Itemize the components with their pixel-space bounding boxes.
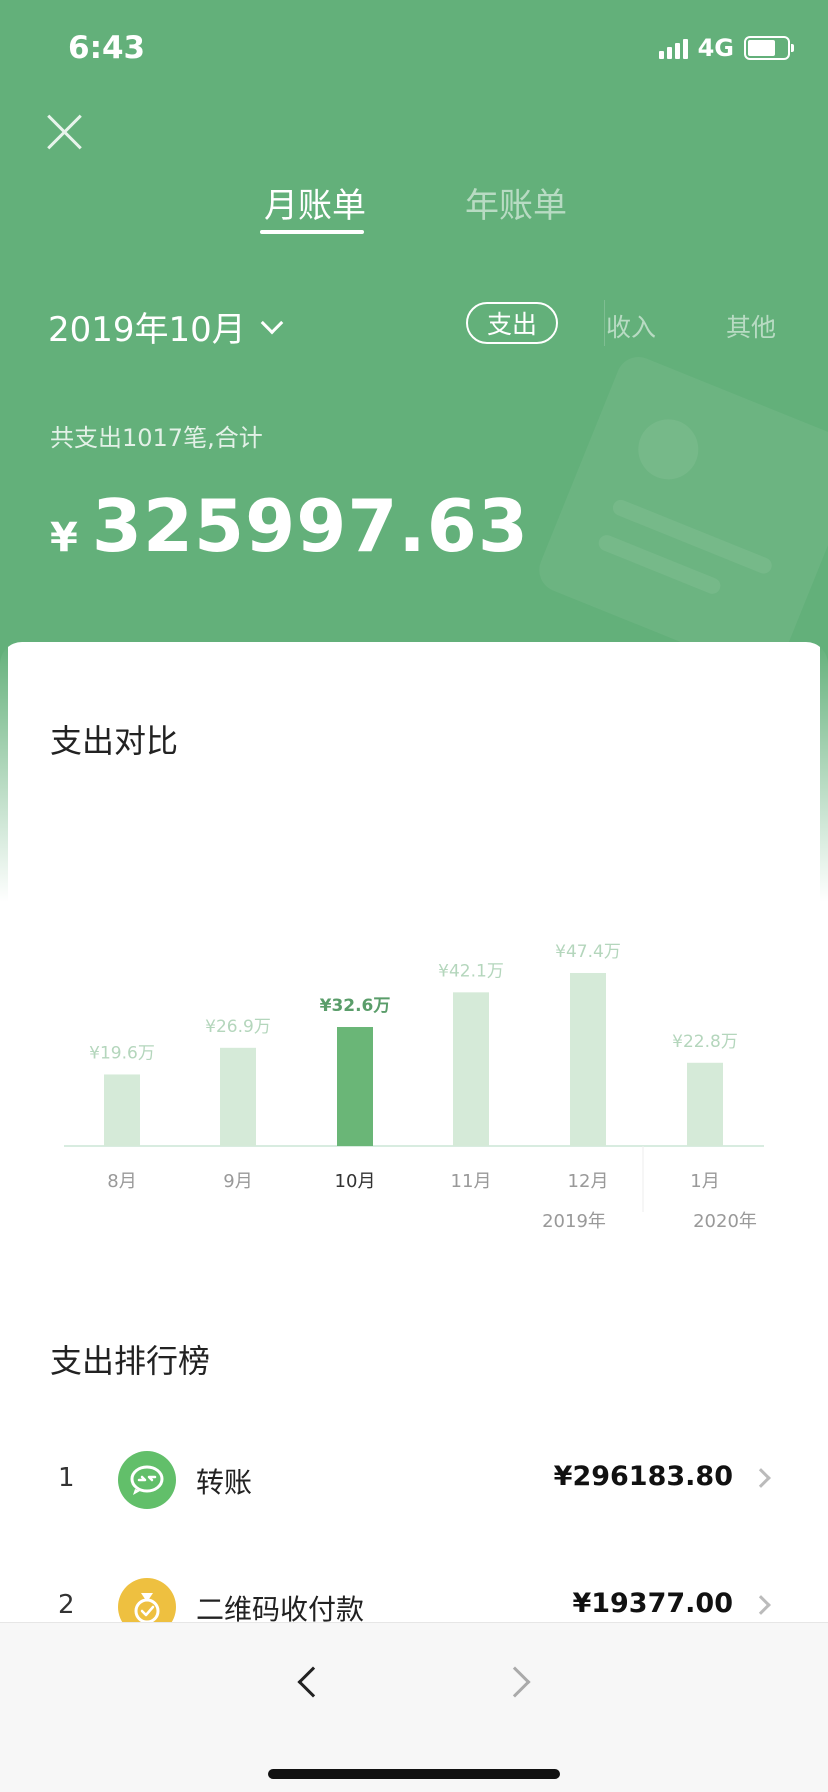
home-indicator[interactable] <box>268 1769 560 1779</box>
total-value: 325997.63 <box>91 484 529 568</box>
forward-arrow-icon[interactable] <box>499 1666 531 1698</box>
decorative-bill-graphic <box>532 350 828 680</box>
total-amount: ¥ 325997.63 <box>50 484 529 568</box>
network-type: 4G <box>697 34 734 62</box>
close-icon[interactable] <box>44 112 84 152</box>
signal-icon <box>658 37 688 59</box>
battery-icon <box>744 36 794 60</box>
chart-year-label-1: 2019年 <box>542 1211 606 1232</box>
filter-income[interactable]: 收入 <box>606 308 656 344</box>
chart-data-label-2: ¥26.9万 <box>205 1017 271 1037</box>
filter-other[interactable]: 其他 <box>726 308 776 344</box>
tab-monthly-bill[interactable]: 月账单 <box>264 178 366 227</box>
filter-expense[interactable]: 支出 <box>466 302 558 344</box>
chart-bar-5 <box>570 972 606 1146</box>
chart-data-label-6: ¥22.8万 <box>672 1032 738 1052</box>
rank-amount: ¥296183.80 <box>553 1461 733 1492</box>
chart-tick-label-3: 10月 <box>335 1171 376 1192</box>
chart-data-label-5: ¥47.4万 <box>555 942 621 962</box>
rank-name: 转账 <box>196 1466 253 1499</box>
chart-data-label-4: ¥42.1万 <box>438 961 504 981</box>
comparison-title: 支出对比 <box>50 722 179 760</box>
summary-label: 共支出1017笔,合计 <box>50 424 263 452</box>
ranking-title: 支出排行榜 <box>50 1342 211 1380</box>
chart-year-label-2: 2020年 <box>693 1211 757 1232</box>
chart-bar-3 <box>337 1027 373 1146</box>
currency-symbol: ¥ <box>50 515 78 561</box>
chevron-right-icon <box>751 1468 771 1488</box>
ranking-row-1[interactable]: 1 转账 ¥296183.80 <box>0 1441 828 1521</box>
chart-tick-label-1: 8月 <box>107 1171 136 1192</box>
rank-number: 1 <box>58 1463 75 1493</box>
chart-data-label-1: ¥19.6万 <box>89 1043 155 1063</box>
filter-divider <box>604 300 605 346</box>
tab-active-underline <box>260 230 364 234</box>
chart-data-label-3: ¥32.6万 <box>320 996 391 1016</box>
rank-number: 2 <box>58 1590 75 1620</box>
rank-amount: ¥19377.00 <box>572 1588 733 1619</box>
chart-bar-1 <box>104 1074 140 1146</box>
chart-tick-label-2: 9月 <box>223 1171 252 1192</box>
status-time: 6:43 <box>68 30 146 66</box>
bill-header: 6:43 4G 月账单 年账单 2019年10月 支出 收入 其他 共支出101… <box>0 0 828 700</box>
chart-tick-label-5: 12月 <box>568 1171 609 1192</box>
chart-bar-2 <box>220 1047 256 1146</box>
status-icons: 4G <box>658 34 794 62</box>
transfer-icon <box>118 1451 176 1509</box>
tab-yearly-bill[interactable]: 年账单 <box>465 178 567 227</box>
expense-comparison-chart: ¥19.6万 8月 ¥26.9万 9月 ¥32.6万 10月 ¥42.1万 11月 ¥47.4万… <box>64 942 764 1232</box>
chart-bar-4 <box>453 992 489 1146</box>
back-arrow-icon[interactable] <box>297 1666 329 1698</box>
chart-bar-6 <box>687 1062 723 1146</box>
month-picker[interactable]: 2019年10月 <box>48 302 284 351</box>
chevron-right-icon <box>751 1595 771 1615</box>
month-picker-label: 2019年10月 <box>48 310 246 350</box>
browser-toolbar <box>0 1622 828 1792</box>
chevron-down-icon <box>260 311 284 334</box>
chart-tick-label-4: 11月 <box>451 1171 492 1192</box>
chart-tick-label-6: 1月 <box>690 1171 719 1192</box>
